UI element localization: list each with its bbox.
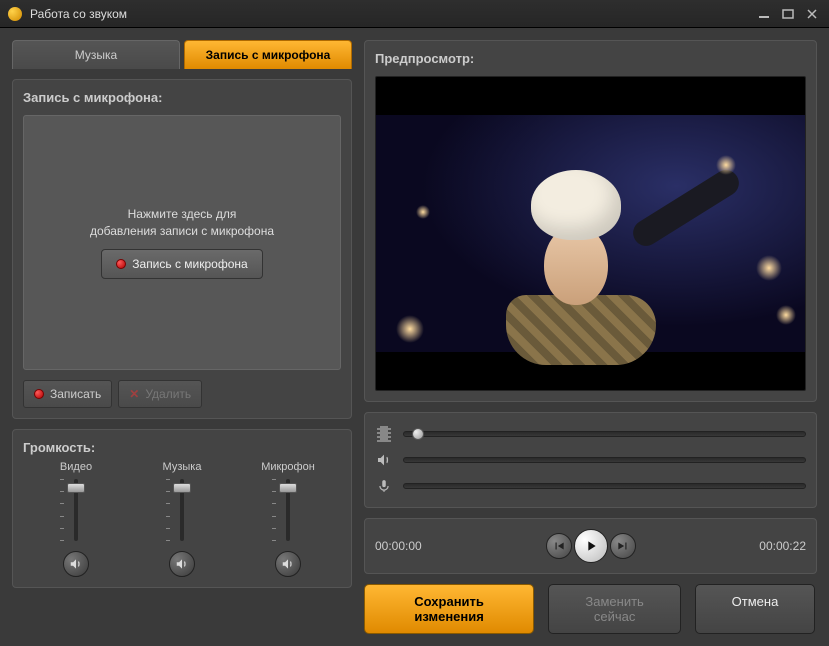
replace-now-button[interactable]: Заменить сейчас: [548, 584, 681, 634]
audio-track-row: [375, 447, 806, 473]
video-volume-slider[interactable]: [56, 479, 96, 541]
source-tabs: Музыка Запись с микрофона: [12, 40, 352, 69]
delete-button[interactable]: ✕ Удалить: [118, 380, 202, 408]
recording-panel-title: Запись с микрофона:: [23, 90, 341, 105]
play-button[interactable]: [574, 529, 608, 563]
delete-icon: ✕: [129, 387, 139, 401]
video-mute-button[interactable]: [63, 551, 89, 577]
volume-music: Музыка: [137, 461, 227, 577]
footer-buttons: Сохранить изменения Заменить сейчас Отме…: [364, 584, 817, 634]
preview-panel: Предпросмотр:: [364, 40, 817, 402]
volume-panel: Громкость: Видео Музыка: [12, 429, 352, 588]
record-icon: [34, 389, 44, 399]
video-track-row: [375, 421, 806, 447]
music-volume-slider[interactable]: [162, 479, 202, 541]
mic-track-row: [375, 473, 806, 499]
maximize-button[interactable]: [779, 7, 797, 21]
next-button[interactable]: [610, 533, 636, 559]
transport-panel: 00:00:00 00:00:22: [364, 518, 817, 574]
recording-drop-area[interactable]: Нажмите здесь для добавления записи с ми…: [23, 115, 341, 370]
close-button[interactable]: [803, 7, 821, 21]
mic-volume-slider[interactable]: [268, 479, 308, 541]
video-seek-slider[interactable]: [403, 431, 806, 437]
save-button[interactable]: Сохранить изменения: [364, 584, 534, 634]
cancel-button[interactable]: Отмена: [695, 584, 815, 634]
recording-hint: Нажмите здесь для добавления записи с ми…: [90, 206, 274, 240]
record-icon: [116, 259, 126, 269]
preview-title: Предпросмотр:: [375, 51, 806, 66]
volume-mic: Микрофон: [243, 461, 333, 577]
speaker-icon: [375, 452, 393, 468]
start-recording-button[interactable]: Запись с микрофона: [101, 249, 262, 279]
film-icon: [375, 426, 393, 442]
tab-music[interactable]: Музыка: [12, 40, 180, 69]
title-bar: Работа со звуком: [0, 0, 829, 28]
recording-panel: Запись с микрофона: Нажмите здесь для до…: [12, 79, 352, 419]
record-button[interactable]: Записать: [23, 380, 112, 408]
volume-video: Видео: [31, 461, 121, 577]
prev-button[interactable]: [546, 533, 572, 559]
window-title: Работа со звуком: [30, 7, 749, 21]
audio-level-slider[interactable]: [403, 457, 806, 463]
tracks-panel: [364, 412, 817, 508]
video-preview[interactable]: [375, 76, 806, 391]
app-icon: [8, 7, 22, 21]
time-current: 00:00:00: [375, 539, 455, 553]
minimize-button[interactable]: [755, 7, 773, 21]
volume-title: Громкость:: [23, 440, 341, 455]
music-mute-button[interactable]: [169, 551, 195, 577]
mic-mute-button[interactable]: [275, 551, 301, 577]
microphone-icon: [375, 478, 393, 494]
time-total: 00:00:22: [726, 539, 806, 553]
tab-microphone[interactable]: Запись с микрофона: [184, 40, 352, 69]
mic-level-slider[interactable]: [403, 483, 806, 489]
